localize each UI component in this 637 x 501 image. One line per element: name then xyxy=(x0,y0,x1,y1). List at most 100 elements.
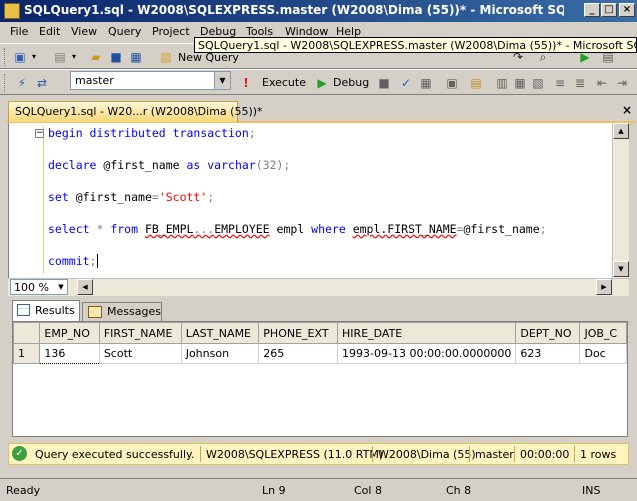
elapsed-time: 00:00:00 xyxy=(520,448,570,461)
minimize-button[interactable]: _ xyxy=(584,3,600,17)
status-divider xyxy=(574,446,575,462)
database-select-value: master xyxy=(75,74,114,87)
code-line-4[interactable]: select * from FB_EMPL...EMPLOYEE empl wh… xyxy=(48,222,547,238)
new-query-icon[interactable]: ▧ xyxy=(158,49,174,65)
change-connection-icon[interactable]: ⇄ xyxy=(34,75,50,91)
menu-project[interactable]: Project xyxy=(152,25,190,38)
results-grid[interactable]: EMP_NO FIRST_NAME LAST_NAME PHONE_EXT HI… xyxy=(12,321,628,437)
connect-icon[interactable]: ⚡ xyxy=(14,75,30,91)
status-divider xyxy=(514,446,515,462)
row-number[interactable]: 1 xyxy=(13,343,41,364)
zoom-select[interactable]: 100 % ▼ xyxy=(10,279,68,295)
toolbar-grip[interactable] xyxy=(4,48,7,66)
table-header-row: EMP_NO FIRST_NAME LAST_NAME PHONE_EXT HI… xyxy=(13,322,627,344)
editor-margin xyxy=(30,126,44,274)
column-header[interactable]: JOB_C xyxy=(579,322,627,344)
editor-vertical-scrollbar[interactable]: ▲ ▼ xyxy=(612,123,629,278)
code-line-1[interactable]: begin distributed transaction; xyxy=(48,126,256,142)
indent-icon[interactable]: ⇥ xyxy=(614,75,630,91)
uncomment-icon[interactable]: ≣ xyxy=(572,75,588,91)
display-plan-icon[interactable]: ▦ xyxy=(418,75,434,91)
outdent-icon[interactable]: ⇤ xyxy=(594,75,610,91)
zoom-value: 100 % xyxy=(14,281,49,294)
query-status-bar: Query executed successfully. W2008\SQLEX… xyxy=(8,443,629,465)
status-state: Ready xyxy=(6,484,41,497)
execute-button[interactable]: Execute xyxy=(262,76,306,89)
table-cell[interactable]: 623 xyxy=(515,343,581,364)
cancel-query-icon[interactable]: ■ xyxy=(376,75,392,91)
success-check-icon: ✓ xyxy=(12,446,27,461)
tab-results-label: Results xyxy=(35,304,75,317)
status-bar: Ready Ln 9 Col 8 Ch 8 INS xyxy=(0,478,637,501)
intellisense-icon[interactable]: ▤ xyxy=(468,75,484,91)
query-designer-icon[interactable]: ▣ xyxy=(444,75,460,91)
database-select[interactable]: master ▼ xyxy=(70,71,231,90)
debug-icon[interactable]: ▶ xyxy=(314,75,330,91)
scroll-up-icon[interactable]: ▲ xyxy=(613,123,629,139)
save-icon[interactable]: ■ xyxy=(108,49,124,65)
open-folder-icon[interactable]: ▰ xyxy=(88,49,104,65)
close-tab-icon[interactable]: × xyxy=(622,103,632,117)
debug-button[interactable]: Debug xyxy=(333,76,369,89)
window-title: SQLQuery1.sql - W2008\SQLEXPRESS.master … xyxy=(24,3,564,17)
results-table: EMP_NO FIRST_NAME LAST_NAME PHONE_EXT HI… xyxy=(13,322,627,364)
code-line-2[interactable]: declare @first_name as varchar(32); xyxy=(48,158,290,174)
table-cell[interactable]: 136 xyxy=(39,343,100,364)
results-splitter[interactable] xyxy=(8,296,629,300)
menu-query[interactable]: Query xyxy=(108,25,141,38)
status-divider xyxy=(469,446,470,462)
menu-edit[interactable]: Edit xyxy=(39,25,60,38)
table-cell[interactable]: Johnson xyxy=(180,343,260,364)
close-button[interactable]: × xyxy=(619,3,635,17)
status-divider xyxy=(372,446,373,462)
menu-file[interactable]: File xyxy=(10,25,28,38)
title-bar: SQLQuery1.sql - W2008\SQLEXPRESS.master … xyxy=(0,0,637,22)
status-divider xyxy=(200,446,201,462)
chevron-down-icon[interactable]: ▼ xyxy=(214,72,230,89)
column-header[interactable]: FIRST_NAME xyxy=(98,322,182,344)
table-row[interactable]: 1 136 Scott Johnson 265 1993-09-13 00:00… xyxy=(13,343,627,364)
status-column: Col 8 xyxy=(354,484,382,497)
toolbar-grip[interactable] xyxy=(4,74,7,92)
parse-icon[interactable]: ✓ xyxy=(398,75,414,91)
title-tooltip: SQLQuery1.sql - W2008\SQLEXPRESS.master … xyxy=(194,37,637,53)
maximize-button[interactable]: □ xyxy=(601,3,617,17)
query-status-message: Query executed successfully. xyxy=(35,448,195,461)
column-header[interactable]: PHONE_EXT xyxy=(258,322,339,344)
tab-sqlquery1[interactable]: SQLQuery1.sql - W20...r (W2008\Dima (55)… xyxy=(8,101,263,122)
connection-user: W2008\Dima (55) xyxy=(378,448,476,461)
table-cell[interactable]: Doc xyxy=(579,343,627,364)
results-to-text-icon[interactable]: ▥ xyxy=(494,75,510,91)
save-all-icon[interactable]: ▦ xyxy=(128,49,144,65)
text-cursor xyxy=(97,254,99,268)
column-header[interactable]: EMP_NO xyxy=(39,322,100,344)
table-cell[interactable]: Scott xyxy=(98,343,182,364)
status-line: Ln 9 xyxy=(262,484,286,497)
tab-messages[interactable]: Messages xyxy=(82,302,162,321)
code-line-5[interactable]: commit; xyxy=(48,254,99,270)
row-count: 1 rows xyxy=(580,448,617,461)
execute-icon[interactable]: ! xyxy=(238,75,254,91)
results-to-grid-icon[interactable]: ▦ xyxy=(512,75,528,91)
scroll-left-icon[interactable]: ◀ xyxy=(77,279,93,295)
results-to-file-icon[interactable]: ▧ xyxy=(530,75,546,91)
code-line-3[interactable]: set @first_name='Scott'; xyxy=(48,190,214,206)
dropdown-arrow-icon[interactable]: ▾ xyxy=(26,49,42,65)
table-cell[interactable]: 1993-09-13 00:00:00.0000000 xyxy=(337,343,517,364)
dropdown-arrow-icon[interactable]: ▾ xyxy=(66,49,82,65)
scroll-right-icon[interactable]: ▶ xyxy=(596,279,612,295)
app-icon[interactable] xyxy=(4,3,20,19)
comment-icon[interactable]: ≡ xyxy=(552,75,568,91)
column-header[interactable]: DEPT_NO xyxy=(515,322,581,344)
collapse-icon[interactable]: − xyxy=(35,129,44,138)
column-header[interactable]: HIRE_DATE xyxy=(337,322,517,344)
editor-horizontal-scrollbar[interactable]: ◀ ▶ xyxy=(8,278,629,296)
column-header[interactable]: LAST_NAME xyxy=(180,322,260,344)
table-cell[interactable]: 265 xyxy=(258,343,339,364)
menu-view[interactable]: View xyxy=(71,25,97,38)
chevron-down-icon[interactable]: ▼ xyxy=(55,280,67,294)
scroll-down-icon[interactable]: ▼ xyxy=(613,261,629,277)
row-header-corner[interactable] xyxy=(13,322,41,344)
status-insert-mode: INS xyxy=(582,484,601,497)
tab-results[interactable]: Results xyxy=(12,300,80,321)
